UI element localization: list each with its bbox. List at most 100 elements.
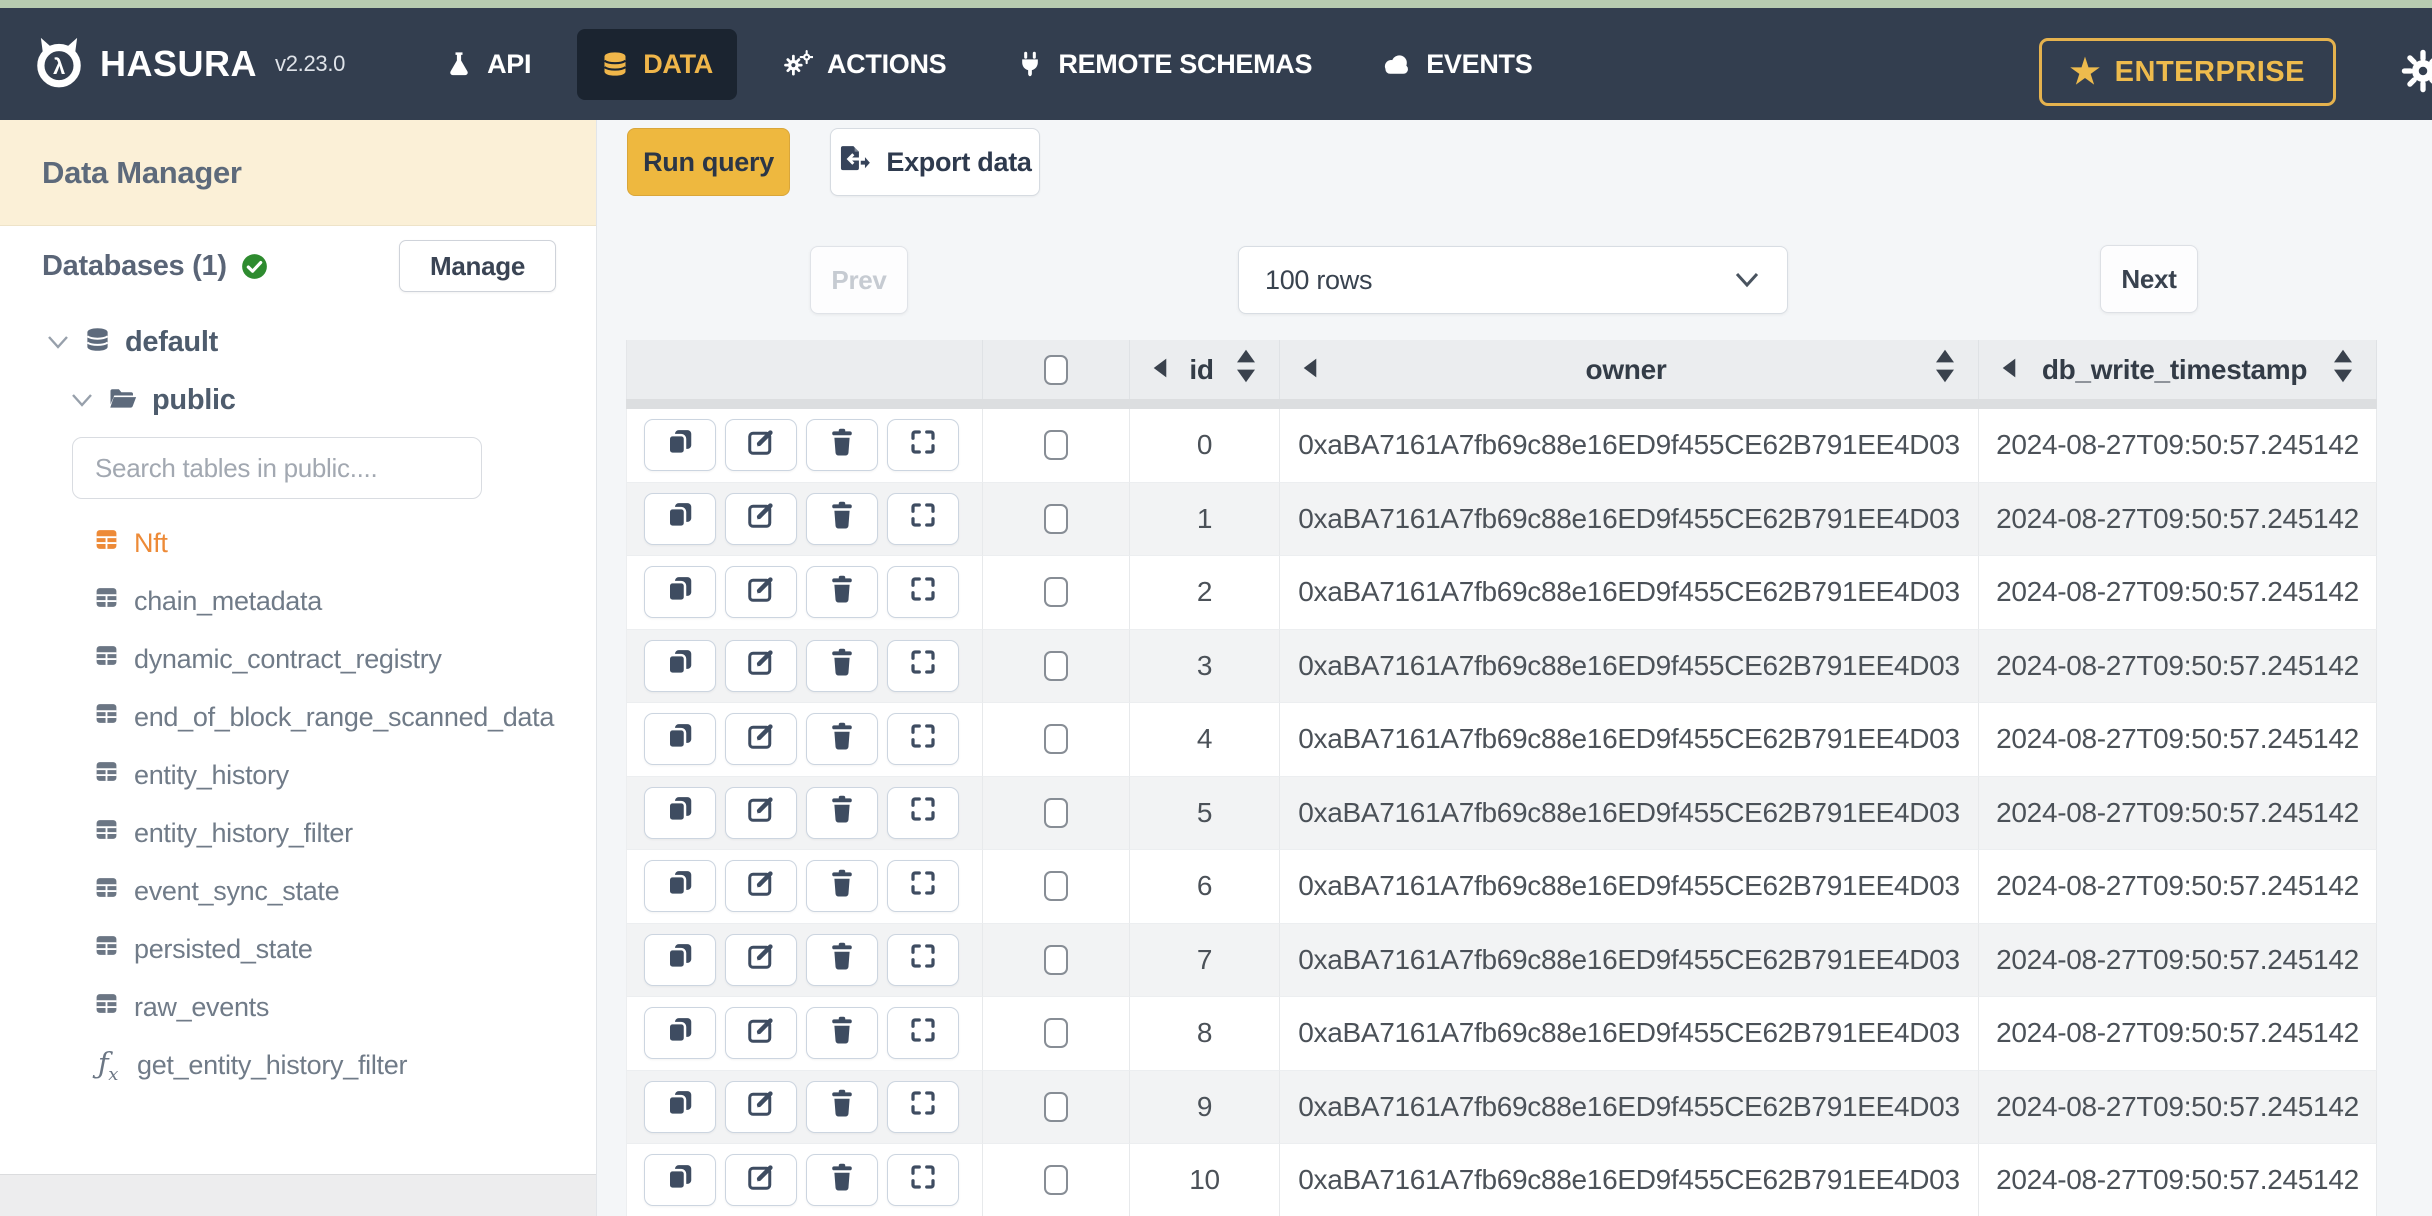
row-checkbox[interactable] — [1044, 1018, 1068, 1049]
expand-row-button[interactable] — [887, 1154, 959, 1207]
sidebar-function-get_entity_history_filter[interactable]: ƒx get_entity_history_filter — [0, 1036, 596, 1094]
edit-row-button[interactable] — [725, 1080, 797, 1133]
sidebar-table-Nft[interactable]: Nft — [0, 514, 596, 572]
enterprise-button[interactable]: ★ ENTERPRISE — [2038, 38, 2336, 106]
column-label: id — [1189, 353, 1214, 385]
header-cell-id[interactable]: id — [1130, 340, 1280, 399]
chevron-down-icon[interactable] — [70, 392, 94, 408]
delete-row-button[interactable] — [806, 1154, 878, 1207]
sidebar-table-entity_history[interactable]: entity_history — [0, 746, 596, 804]
clone-row-button[interactable] — [644, 492, 716, 545]
header-cell-owner[interactable]: owner — [1280, 340, 1979, 399]
expand-row-button[interactable] — [887, 566, 959, 619]
clone-row-button[interactable] — [644, 933, 716, 986]
expand-row-button[interactable] — [887, 492, 959, 545]
delete-row-button[interactable] — [806, 566, 878, 619]
clone-row-button[interactable] — [644, 860, 716, 913]
clone-row-button[interactable] — [644, 419, 716, 472]
clone-row-button[interactable] — [644, 713, 716, 766]
edit-row-button[interactable] — [725, 566, 797, 619]
manage-button[interactable]: Manage — [398, 240, 556, 292]
expand-row-button[interactable] — [887, 933, 959, 986]
select-all-checkbox[interactable] — [1044, 354, 1068, 385]
edit-row-button[interactable] — [725, 713, 797, 766]
settings-gear-icon[interactable] — [2400, 48, 2432, 99]
row-checkbox[interactable] — [1044, 650, 1068, 681]
collapse-column-icon[interactable] — [2001, 354, 2017, 386]
delete-row-button[interactable] — [806, 419, 878, 472]
nav-tab-events[interactable]: EVENTS — [1358, 29, 1556, 100]
row-checkbox[interactable] — [1044, 724, 1068, 755]
delete-row-button[interactable] — [806, 492, 878, 545]
row-checkbox[interactable] — [1044, 871, 1068, 902]
row-checkbox[interactable] — [1044, 430, 1068, 461]
expand-row-button[interactable] — [887, 639, 959, 692]
hasura-logo[interactable]: λ HASURA v2.23.0 — [30, 33, 345, 96]
prev-page-button[interactable]: Prev — [810, 246, 908, 314]
clone-row-button[interactable] — [644, 1154, 716, 1207]
version-label[interactable]: v2.23.0 — [275, 51, 345, 77]
header-cell-db-write-timestamp[interactable]: db_write_timestamp — [1979, 340, 2377, 399]
tree-node-database[interactable]: default — [46, 316, 218, 368]
edit-row-button[interactable] — [725, 933, 797, 986]
clone-row-button[interactable] — [644, 639, 716, 692]
sidebar-table-dynamic_contract_registry[interactable]: dynamic_contract_registry — [0, 630, 596, 688]
row-checkbox[interactable] — [1044, 1165, 1068, 1196]
delete-row-button[interactable] — [806, 786, 878, 839]
delete-row-button[interactable] — [806, 639, 878, 692]
sidebar-table-persisted_state[interactable]: persisted_state — [0, 920, 596, 978]
row-checkbox[interactable] — [1044, 1091, 1068, 1122]
edit-row-button[interactable] — [725, 1154, 797, 1207]
sort-icon[interactable] — [2332, 348, 2354, 391]
row-checkbox[interactable] — [1044, 944, 1068, 975]
expand-row-button[interactable] — [887, 419, 959, 472]
row-checkbox[interactable] — [1044, 503, 1068, 534]
expand-row-button[interactable] — [887, 1080, 959, 1133]
table-icon — [93, 585, 120, 617]
edit-row-button[interactable] — [725, 639, 797, 692]
edit-row-button[interactable] — [725, 419, 797, 472]
edit-row-button[interactable] — [725, 860, 797, 913]
sidebar-table-event_sync_state[interactable]: event_sync_state — [0, 862, 596, 920]
clone-row-button[interactable] — [644, 566, 716, 619]
sidebar-table-chain_metadata[interactable]: chain_metadata — [0, 572, 596, 630]
clone-row-button[interactable] — [644, 786, 716, 839]
sidebar-table-entity_history_filter[interactable]: entity_history_filter — [0, 804, 596, 862]
clone-row-button[interactable] — [644, 1007, 716, 1060]
delete-row-button[interactable] — [806, 713, 878, 766]
collapse-column-icon[interactable] — [1152, 354, 1168, 386]
edit-row-button[interactable] — [725, 1007, 797, 1060]
sort-icon[interactable] — [1235, 348, 1257, 391]
delete-row-button[interactable] — [806, 1007, 878, 1060]
clone-row-button[interactable] — [644, 1080, 716, 1133]
chevron-down-icon[interactable] — [46, 334, 70, 350]
export-data-button[interactable]: Export data — [830, 128, 1040, 196]
edit-row-button[interactable] — [725, 492, 797, 545]
trash-icon — [828, 721, 856, 758]
row-checkbox[interactable] — [1044, 797, 1068, 828]
tree-node-schema[interactable]: public — [70, 374, 236, 426]
delete-row-button[interactable] — [806, 860, 878, 913]
run-query-button[interactable]: Run query — [627, 128, 790, 196]
delete-row-button[interactable] — [806, 1080, 878, 1133]
expand-row-button[interactable] — [887, 1007, 959, 1060]
nav-tab-remote-schemas[interactable]: REMOTE SCHEMAS — [992, 29, 1336, 100]
row-checkbox[interactable] — [1044, 577, 1068, 608]
search-tables-input[interactable] — [72, 437, 482, 499]
sort-icon[interactable] — [1934, 348, 1956, 391]
expand-row-button[interactable] — [887, 713, 959, 766]
page-size-select[interactable]: 100 rows — [1238, 246, 1788, 314]
collapse-column-icon[interactable] — [1302, 354, 1318, 386]
edit-row-button[interactable] — [725, 786, 797, 839]
next-page-button[interactable]: Next — [2100, 245, 2198, 313]
sidebar-table-raw_events[interactable]: raw_events — [0, 978, 596, 1036]
expand-row-button[interactable] — [887, 860, 959, 913]
delete-row-button[interactable] — [806, 933, 878, 986]
database-icon — [601, 49, 629, 79]
table-icon — [93, 875, 120, 907]
expand-row-button[interactable] — [887, 786, 959, 839]
nav-tab-data[interactable]: DATA — [577, 28, 737, 100]
nav-tab-actions[interactable]: ACTIONS — [759, 29, 970, 100]
sidebar-table-end_of_block_range_scanned_data[interactable]: end_of_block_range_scanned_data — [0, 688, 596, 746]
nav-tab-api[interactable]: API — [421, 29, 555, 100]
